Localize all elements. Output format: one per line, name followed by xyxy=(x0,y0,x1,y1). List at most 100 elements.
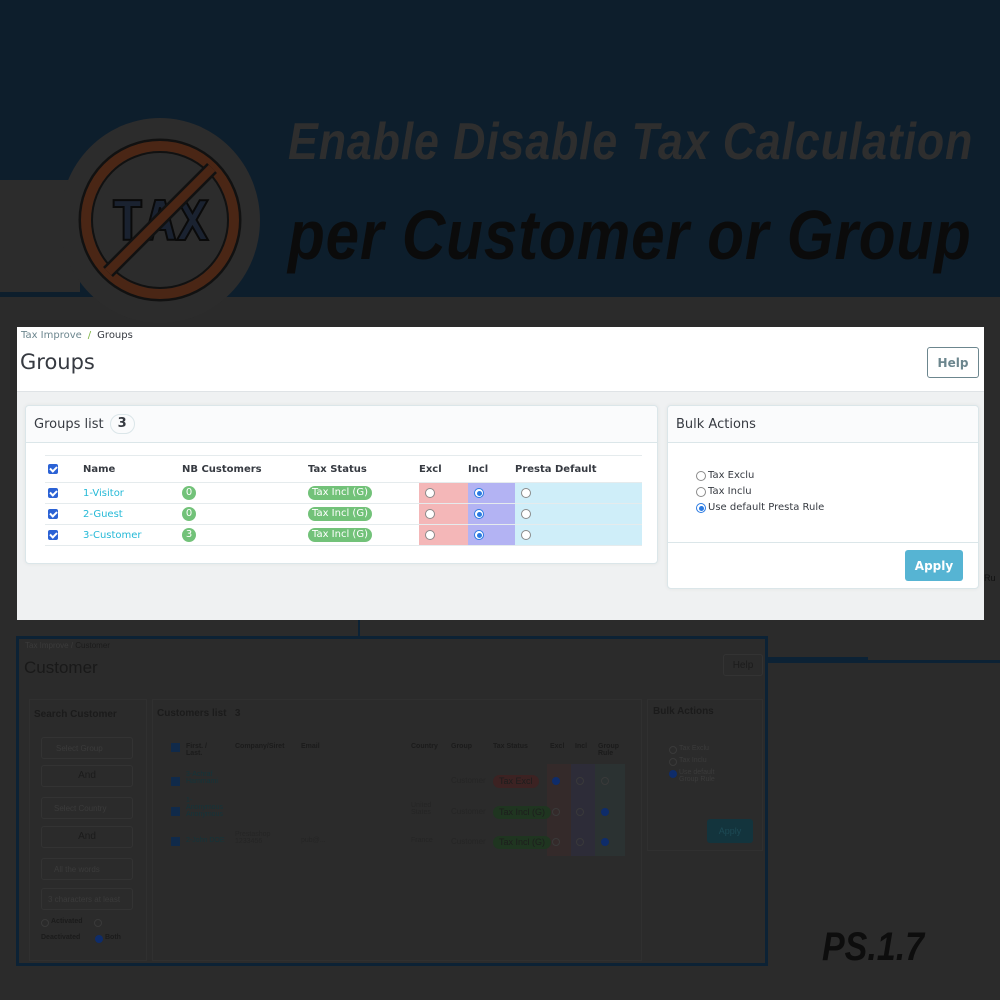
customer-incl-radio[interactable] xyxy=(576,777,584,785)
customer-row-checkbox[interactable] xyxy=(171,777,180,786)
deactivated-radio[interactable] xyxy=(94,919,102,927)
row-checkbox[interactable] xyxy=(48,529,58,540)
words-mode-dropdown[interactable]: All the words xyxy=(41,858,133,880)
bulk-actions-card: Bulk Actions Tax Exclu Tax Inclu Use def… xyxy=(667,405,979,589)
customer-breadcrumb: Tax Improve / Customer xyxy=(25,641,110,650)
select-group-dropdown[interactable]: Select Group xyxy=(41,737,133,759)
customer-incl-radio[interactable] xyxy=(576,838,584,846)
customer-name-link[interactable]: 2-John DOE xyxy=(186,837,225,844)
groups-list-header: Groups list 3 xyxy=(26,406,657,443)
row-checkbox[interactable] xyxy=(48,487,58,498)
customer-bulk-option-label: Tax Exclu xyxy=(679,745,709,752)
and-operator-1[interactable]: And xyxy=(41,765,133,787)
col-header-group: Group xyxy=(451,743,472,750)
help-button[interactable]: Help xyxy=(927,347,979,378)
groups-list-card: Groups list 3 Name NB Customers Tax Stat… xyxy=(25,405,658,564)
bulk-radio-tax-exclu[interactable] xyxy=(696,470,706,481)
customer-tax-status-badge: Tax Excl xyxy=(493,775,539,788)
search-text-input[interactable]: 3 characters at least xyxy=(41,888,133,910)
groups-table: Name NB Customers Tax Status Excl Incl P… xyxy=(45,455,642,546)
customer-excl-radio[interactable] xyxy=(552,777,560,785)
presta-default-radio[interactable] xyxy=(521,529,531,540)
table-row: 1-Visitor 0 Tax Incl (G) xyxy=(45,482,642,504)
incl-radio[interactable] xyxy=(474,508,484,519)
group-name-link[interactable]: 2-Guest xyxy=(83,509,123,520)
deactivated-label: Deactivated xyxy=(41,934,81,941)
clipped-edge-text: Ru xyxy=(984,573,996,583)
customer-name-link[interactable]: 3-Achraf Hammami xyxy=(186,771,226,785)
customer-name-link[interactable]: 1-Anonymous Anonymous xyxy=(186,797,228,818)
presta-default-radio[interactable] xyxy=(521,487,531,498)
customer-excl-radio[interactable] xyxy=(552,838,560,846)
customer-group-rule-radio[interactable] xyxy=(601,777,609,785)
bulk-option-tax-exclu[interactable]: Tax Exclu xyxy=(696,470,754,481)
customer-email: pub@... xyxy=(301,837,326,844)
group-name-link[interactable]: 3-Customer xyxy=(83,530,142,541)
col-header-email: Email xyxy=(301,743,320,750)
customer-bulk-option-label: Tax Inclu xyxy=(679,757,707,764)
select-all-checkbox[interactable] xyxy=(48,463,58,474)
excl-radio[interactable] xyxy=(425,487,435,498)
customer-row-checkbox[interactable] xyxy=(171,837,180,846)
col-header-tax-status: Tax Status xyxy=(493,743,528,750)
customer-bulk-option-radio[interactable] xyxy=(669,746,677,754)
customers-count: 3 xyxy=(234,708,241,719)
excl-radio[interactable] xyxy=(425,529,435,540)
col-header-group-rule: Group Rule xyxy=(598,743,619,757)
nb-customers-badge: 0 xyxy=(182,486,196,500)
group-name-link[interactable]: 1-Visitor xyxy=(83,488,124,499)
activated-label: Activated xyxy=(51,918,83,925)
col-header-name: First. / Last. xyxy=(186,743,208,757)
page-title: Groups xyxy=(20,350,95,374)
bulk-option-label: Use default Presta Rule xyxy=(708,502,825,513)
bulk-option-default-presta-rule[interactable]: Use default Presta Rule xyxy=(696,502,824,513)
col-header-excl: Excl xyxy=(419,455,468,483)
and-operator-2[interactable]: And xyxy=(41,826,133,848)
customer-apply-button[interactable]: Apply xyxy=(707,819,753,843)
breadcrumb-separator: / xyxy=(87,330,92,341)
customer-group-rule-radio[interactable] xyxy=(601,808,609,816)
col-header-name: Name xyxy=(83,455,182,483)
both-label: Both xyxy=(105,934,121,941)
bulk-radio-tax-inclu[interactable] xyxy=(696,486,706,497)
incl-radio[interactable] xyxy=(474,529,484,540)
select-country-dropdown[interactable]: Select Country xyxy=(41,797,133,819)
customer-company: Prestashop 1233456 xyxy=(235,831,271,845)
table-row: 2-Guest 0 Tax Incl (G) xyxy=(45,503,642,525)
col-header-country: Country xyxy=(411,743,438,750)
customer-help-button[interactable]: Help xyxy=(723,654,763,676)
customer-row-checkbox[interactable] xyxy=(171,807,180,816)
bulk-radio-default-presta-rule[interactable] xyxy=(696,502,706,513)
customer-page-title: Customer xyxy=(24,658,98,677)
customer-screen-dimmed: Tax Improve / Customer Customer Help Sea… xyxy=(16,636,768,966)
customer-excl-radio[interactable] xyxy=(552,808,560,816)
col-header-company: Company/Siret xyxy=(235,743,285,750)
apply-button[interactable]: Apply xyxy=(905,550,963,581)
customer-group-rule-radio[interactable] xyxy=(601,838,609,846)
table-header-row: Name NB Customers Tax Status Excl Incl P… xyxy=(45,455,642,483)
col-header-incl: Incl xyxy=(575,743,588,750)
prestashop-version-label: PS.1.7 xyxy=(822,925,925,969)
both-radio[interactable] xyxy=(95,935,103,943)
col-header-incl: Incl xyxy=(468,455,515,483)
search-customer-title: Search Customer xyxy=(34,709,117,720)
no-tax-icon: TAX xyxy=(78,138,242,302)
customer-tax-status-badge: Tax Incl (G) xyxy=(493,806,552,819)
excl-radio[interactable] xyxy=(425,508,435,519)
activated-radio[interactable] xyxy=(41,919,49,927)
col-header-nb-customers: NB Customers xyxy=(182,455,308,483)
row-checkbox[interactable] xyxy=(48,508,58,519)
customer-incl-radio[interactable] xyxy=(576,808,584,816)
incl-radio[interactable] xyxy=(474,487,484,498)
bulk-option-tax-inclu[interactable]: Tax Inclu xyxy=(696,486,752,497)
breadcrumb-parent[interactable]: Tax Improve xyxy=(21,330,82,341)
customer-group: Customer xyxy=(451,837,486,846)
tax-status-badge: Tax Incl (G) xyxy=(308,528,372,542)
select-all-customers-checkbox[interactable] xyxy=(171,743,180,752)
groups-list-title: Groups list xyxy=(34,416,104,432)
hero-title-line1: Enable Disable Tax Calculation xyxy=(288,113,974,171)
nb-customers-badge: 3 xyxy=(182,528,196,542)
customer-bulk-option-radio[interactable] xyxy=(669,758,677,766)
breadcrumb-current: Groups xyxy=(97,330,133,341)
presta-default-radio[interactable] xyxy=(521,508,531,519)
